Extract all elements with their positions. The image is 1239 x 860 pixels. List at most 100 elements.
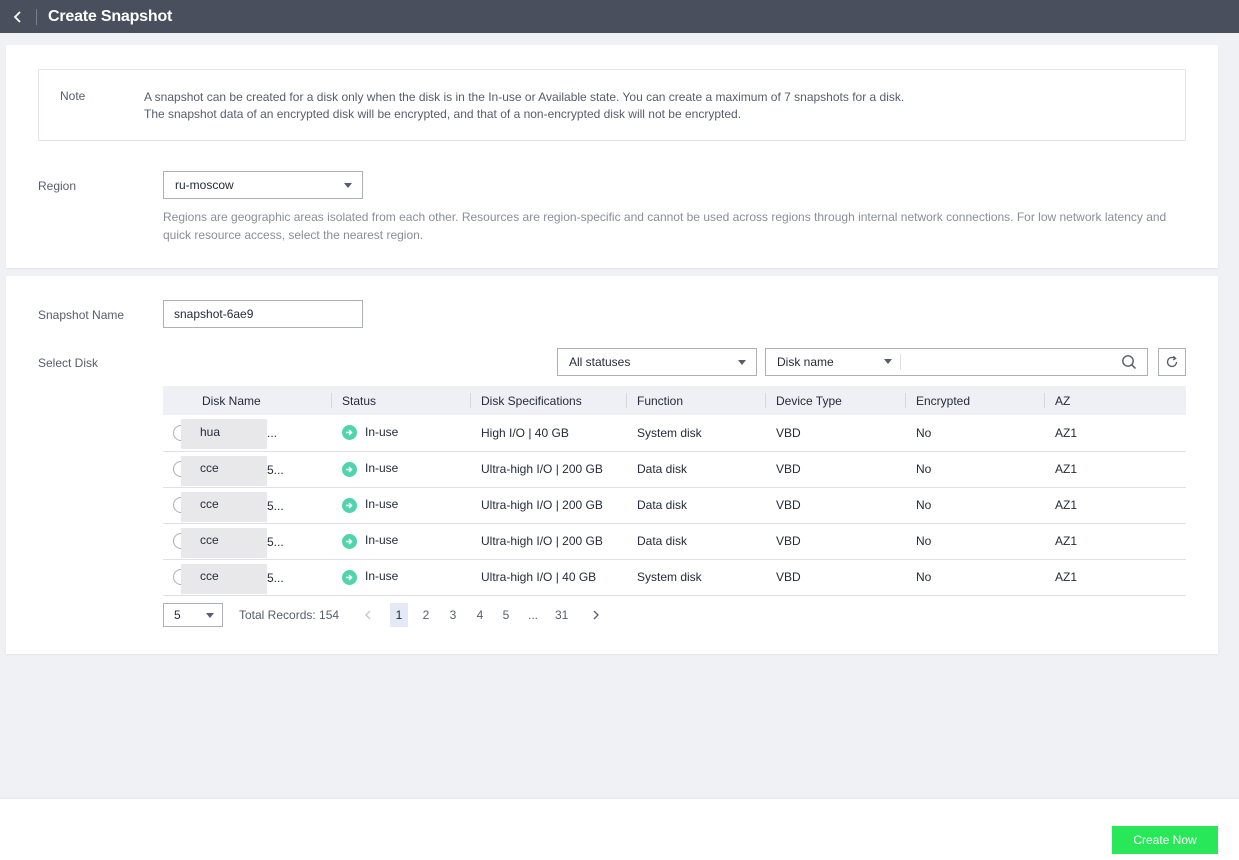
column-header: Disk Name [163,386,332,415]
caret-down-icon [738,360,746,365]
disk-name-suffix: ... [267,426,278,440]
page-3[interactable]: 3 [444,603,462,627]
status-text: In-use [365,497,399,512]
region-help-text: Regions are geographic areas isolated fr… [163,210,1167,242]
chevron-right-icon [593,610,599,620]
footer-bar: Create Now [0,799,1239,860]
note-box: Note A snapshot can be created for a dis… [38,69,1186,141]
check-circle-icon [342,533,357,549]
caret-down-icon [884,359,892,364]
page-1[interactable]: 1 [390,603,408,627]
status-cell: In-use [332,487,471,524]
redacted-mask [181,455,267,486]
disk-name-cell: cce 5... [163,487,332,524]
disk-name-cell: hua... [163,415,332,452]
table-row[interactable]: cce 5... In-use Ultra-high I/O | 200 GB Data… [163,487,1186,524]
spec-cell: Ultra-high I/O | 200 GB [471,487,627,524]
caret-down-icon [344,183,352,188]
disk-name-prefix: cce [200,569,219,584]
table-header-row: Disk Name Status Disk Specifications Fun… [163,386,1186,415]
page-title: Create Snapshot [48,7,173,25]
device-type-cell: VBD [766,451,906,488]
disk-name-prefix: cce [200,497,219,512]
search-field-select[interactable]: Disk name [766,349,900,375]
function-cell: Data disk [627,451,766,488]
check-circle-icon [342,497,357,513]
chevron-left-icon [365,610,371,620]
search-divider [900,354,901,370]
topbar-divider [36,8,37,25]
function-cell: System disk [627,559,766,596]
search-icon[interactable] [1121,354,1137,370]
disk-name-prefix: cce [200,533,219,548]
prev-page-button[interactable] [359,603,377,627]
page-31[interactable]: 31 [552,603,571,627]
table-row[interactable]: cce 5... In-use Ultra-high I/O | 200 GB Data… [163,523,1186,560]
function-cell: Data disk [627,523,766,560]
status-filter-value: All statuses [569,355,631,369]
status-cell: In-use [332,559,471,596]
az-cell: AZ1 [1045,487,1186,524]
disk-search-box: Disk name [765,348,1148,376]
spec-cell: Ultra-high I/O | 200 GB [471,451,627,488]
next-page-button[interactable] [587,603,605,627]
pagination: 5 Total Records: 154 1 2 3 4 5 ... 31 [163,603,663,627]
check-circle-icon [342,569,357,585]
column-header: AZ [1045,386,1186,415]
region-label: Region [38,179,77,193]
select-disk-label: Select Disk [38,356,99,370]
status-cell: In-use [332,523,471,560]
encrypted-cell: No [906,523,1045,560]
device-type-cell: VBD [766,559,906,596]
column-header: Encrypted [906,386,1045,415]
spec-cell: Ultra-high I/O | 40 GB [471,559,627,596]
column-header: Function [627,386,766,415]
top-bar: Create Snapshot [0,0,1239,33]
page-4[interactable]: 4 [471,603,489,627]
disk-search-input[interactable] [902,349,1112,375]
snapshot-name-input[interactable] [163,300,363,328]
az-cell: AZ1 [1045,451,1186,488]
caret-down-icon [206,613,214,618]
table-row[interactable]: cce 5... In-use Ultra-high I/O | 200 GB Data… [163,451,1186,488]
spec-cell: Ultra-high I/O | 200 GB [471,523,627,560]
az-cell: AZ1 [1045,559,1186,596]
disk-name-suffix: 5... [267,462,284,477]
status-cell: In-use [332,451,471,488]
chevron-left-icon [13,10,21,23]
search-field-value: Disk name [777,355,834,369]
page-size-select[interactable]: 5 [163,603,223,627]
encrypted-cell: No [906,415,1045,452]
table-row[interactable]: cce 5... In-use Ultra-high I/O | 40 GB Syste… [163,559,1186,596]
status-text: In-use [365,425,399,440]
note-line-2: The snapshot data of an encrypted disk w… [144,107,742,121]
status-text: In-use [365,461,399,476]
encrypted-cell: No [906,559,1045,596]
redacted-mask [181,563,267,594]
device-type-cell: VBD [766,415,906,452]
page-2[interactable]: 2 [417,603,435,627]
table-row[interactable]: hua... In-use High I/O | 40 GB System disk V… [163,415,1186,452]
back-button[interactable] [0,0,36,33]
create-now-button[interactable]: Create Now [1112,826,1218,854]
region-select[interactable]: ru-moscow [163,171,363,199]
page-ellipsis[interactable]: ... [524,603,542,627]
note-line-1: A snapshot can be created for a disk onl… [144,90,905,104]
spec-cell: High I/O | 40 GB [471,415,627,452]
disk-name-prefix: cce [200,461,219,476]
disk-name-suffix: 5... [267,570,284,585]
check-circle-icon [342,461,357,477]
column-header: Status [332,386,471,415]
column-header: Disk Specifications [471,386,627,415]
refresh-button[interactable] [1158,348,1186,376]
function-cell: System disk [627,415,766,452]
status-text: In-use [365,569,399,584]
disk-table: Disk Name Status Disk Specifications Fun… [163,386,1186,596]
status-filter-select[interactable]: All statuses [557,348,757,376]
page-5[interactable]: 5 [497,603,515,627]
disk-card: Snapshot Name Select Disk All statuses D… [6,276,1218,654]
status-cell: In-use [332,415,471,452]
redacted-mask [181,491,267,522]
function-cell: Data disk [627,487,766,524]
device-type-cell: VBD [766,523,906,560]
